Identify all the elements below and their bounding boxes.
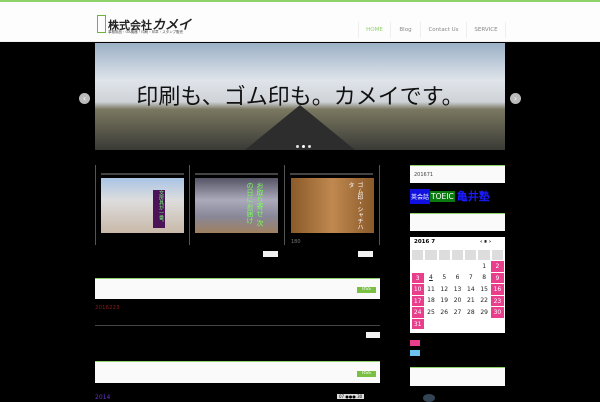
calendar-day[interactable]: 19 xyxy=(438,295,451,307)
calendar-day[interactable]: 2 xyxy=(491,261,504,272)
calendar-day[interactable]: 18 xyxy=(424,295,437,307)
card-image-stamps[interactable]: ゴム印・シャチハタ xyxy=(291,178,374,233)
nav-home[interactable]: HOME xyxy=(358,22,390,38)
rss-button[interactable]: RSS xyxy=(357,287,376,293)
calendar-day[interactable]: 3 xyxy=(411,272,424,283)
calendar-day[interactable]: 7 xyxy=(464,272,477,284)
post-date[interactable]: 2016223 xyxy=(95,305,120,311)
calendar-day[interactable]: 22 xyxy=(477,295,490,307)
card-image-stationery[interactable]: 文房具が一番。 xyxy=(101,178,184,233)
legend-event xyxy=(410,350,420,356)
calendar-day[interactable]: 27 xyxy=(451,307,464,319)
calendar-day[interactable]: 28 xyxy=(464,307,477,319)
divider xyxy=(95,165,96,245)
banner-text: 英会話 xyxy=(410,188,431,204)
more-button[interactable] xyxy=(263,251,278,257)
sidebar-box xyxy=(410,213,505,231)
card-image-text: お取り寄せ 次の日にお届け xyxy=(246,182,264,227)
sidebar-box xyxy=(410,367,505,386)
sidebar-box[interactable]: 201671 xyxy=(410,165,505,183)
calendar-weekday-header xyxy=(412,250,424,260)
calendar-day[interactable]: 9 xyxy=(491,272,504,283)
divider xyxy=(189,165,190,245)
calendar-day[interactable]: 23 xyxy=(491,295,504,306)
calendar-day xyxy=(451,261,464,273)
calendar-day[interactable]: 30 xyxy=(491,307,504,318)
hero-slider: 印刷も、ゴム印も。カメイです。 xyxy=(95,43,505,150)
calendar-day[interactable]: 6 xyxy=(451,272,464,284)
calendar-day[interactable]: 25 xyxy=(424,307,437,319)
slider-dot-active[interactable] xyxy=(302,145,305,148)
calendar-nav[interactable]: ‹ ⏸ › xyxy=(480,239,491,246)
road-image xyxy=(245,105,355,150)
nav-contact[interactable]: Contact Us xyxy=(420,22,466,38)
nav-blog[interactable]: Blog xyxy=(390,22,420,38)
logo-icon[interactable] xyxy=(97,15,106,33)
calendar-weekday-header xyxy=(478,250,490,260)
hero-headline: 印刷も、ゴム印も。カメイです。 xyxy=(136,85,464,110)
banner-text: TOEIC xyxy=(430,190,455,202)
calendar-day[interactable]: 20 xyxy=(451,295,464,307)
calendar-day[interactable]: 13 xyxy=(451,284,464,296)
partner-logo-icon[interactable] xyxy=(423,394,435,402)
calendar-day xyxy=(438,261,451,273)
slider-dot[interactable] xyxy=(308,145,311,148)
divider xyxy=(95,325,380,326)
more-button[interactable] xyxy=(358,251,373,257)
calendar-title: 2016 7 xyxy=(414,239,436,245)
card-rule xyxy=(195,173,278,175)
header xyxy=(0,2,600,42)
calendar-day[interactable]: 10 xyxy=(411,284,424,295)
calendar-day[interactable]: 17 xyxy=(411,295,424,306)
english-school-banner[interactable]: 英会話 TOEIC 亀井塾 xyxy=(410,188,505,204)
slider-next-button[interactable]: › xyxy=(510,93,521,104)
calendar-day[interactable]: 14 xyxy=(464,284,477,296)
calendar-weekday-header xyxy=(465,250,477,260)
calendar-day[interactable]: 26 xyxy=(438,307,451,319)
calendar-day[interactable]: 4 xyxy=(424,272,437,284)
calendar-day[interactable]: 21 xyxy=(464,295,477,307)
divider xyxy=(379,165,380,245)
card-image-text: ゴム印・シャチハタ xyxy=(347,182,363,230)
calendar-weekday-header xyxy=(491,250,504,260)
calendar-day xyxy=(411,261,424,273)
more-button[interactable] xyxy=(366,332,380,338)
calendar-day[interactable]: 1 xyxy=(477,261,490,273)
blog-header: RSS xyxy=(95,361,380,383)
legend-holiday xyxy=(410,340,420,346)
calendar-day[interactable]: 29 xyxy=(477,307,490,319)
calendar-weekday-header xyxy=(425,250,437,260)
banner-text: 亀井塾 xyxy=(456,190,490,203)
calendar-weekday-header xyxy=(451,250,464,260)
calendar-day[interactable]: 16 xyxy=(491,284,504,295)
calendar: 2016 7 ‹ ⏸ › 1 2 3 4 5 6 7 8 9 10 11 12 13 14 15 16 17 18… xyxy=(410,237,505,333)
calendar-day[interactable]: 8 xyxy=(477,272,490,284)
card-rule xyxy=(101,173,184,175)
post-meta: 07 ●●● 30 xyxy=(337,394,365,399)
calendar-day[interactable]: 31 xyxy=(411,318,424,329)
calendar-day[interactable]: 11 xyxy=(424,284,437,296)
calendar-weekday-header xyxy=(438,250,450,260)
news-header: RSS xyxy=(95,278,380,299)
slider-prev-button[interactable]: ‹ xyxy=(79,93,90,104)
calendar-day[interactable]: 12 xyxy=(438,284,451,296)
calendar-day[interactable]: 5 xyxy=(438,272,451,284)
rss-button[interactable]: RSS xyxy=(357,371,376,377)
calendar-day xyxy=(424,261,437,273)
slider-dot[interactable] xyxy=(296,145,299,148)
nav-service[interactable]: SERVICE xyxy=(466,22,506,38)
calendar-day xyxy=(464,261,477,273)
card-image-text: 文房具が一番。 xyxy=(153,190,165,228)
card-rule xyxy=(290,173,373,175)
logo-tagline: 事務用品・OA機器・印刷・印章・スタンプ販売 xyxy=(108,30,183,34)
calendar-day[interactable]: 24 xyxy=(411,307,424,318)
calendar-day[interactable]: 15 xyxy=(477,284,490,296)
card-caption: 180 xyxy=(291,239,301,245)
divider xyxy=(284,165,285,245)
calendar-grid: 1 2 3 4 5 6 7 8 9 10 11 12 13 14 15 16 17 18 19 20 21 22 23 24 2… xyxy=(411,249,504,330)
card-image-delivery[interactable]: お取り寄せ 次の日にお届け xyxy=(195,178,278,233)
